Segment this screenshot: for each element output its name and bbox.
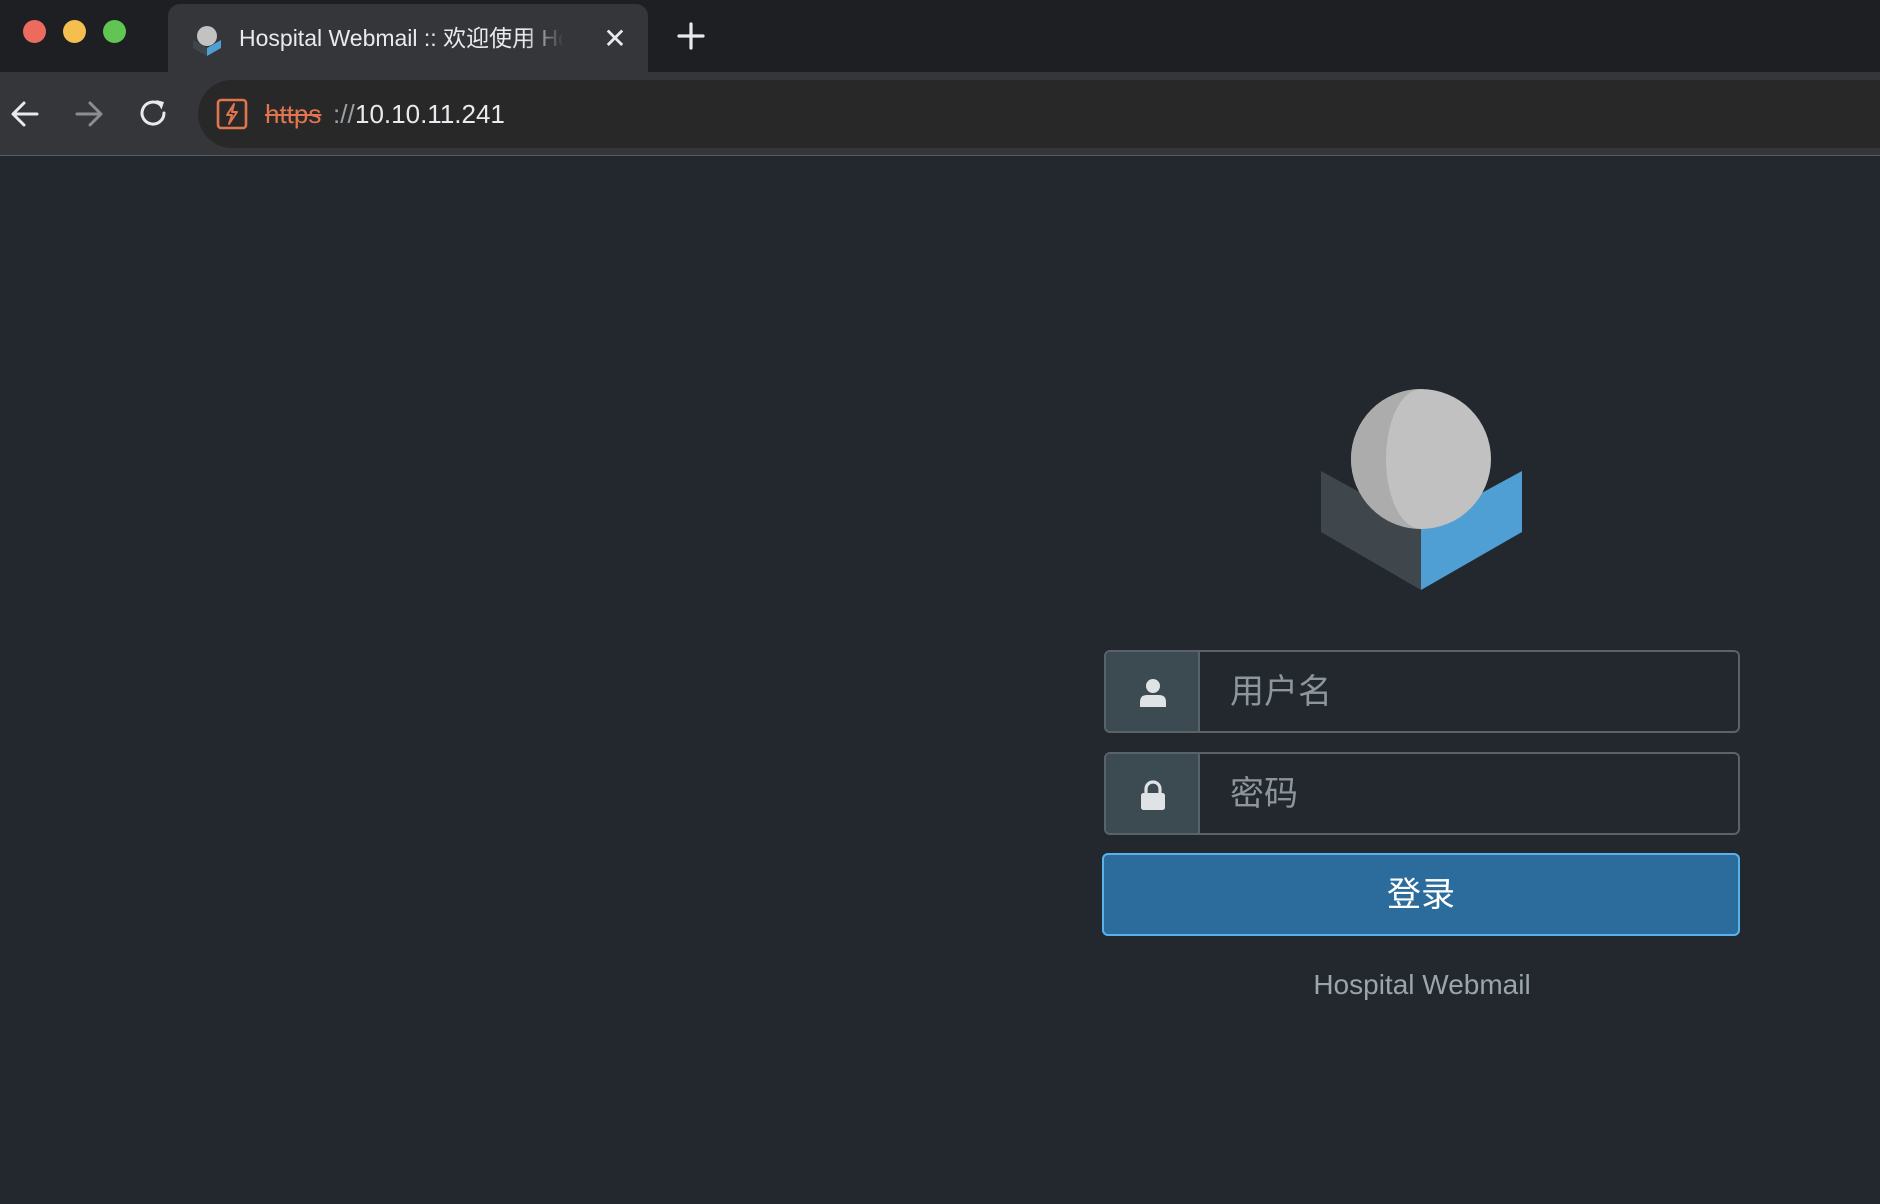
reload-icon[interactable] bbox=[135, 96, 171, 132]
tab-title: Hospital Webmail :: 欢迎使用 Ho bbox=[239, 25, 564, 51]
window-zoom-button[interactable] bbox=[103, 20, 126, 43]
tab-close-icon[interactable]: ✕ bbox=[600, 24, 630, 54]
password-field bbox=[1104, 752, 1740, 835]
product-name: Hospital Webmail bbox=[1313, 969, 1531, 1000]
browser-toolbar: https :// 10.10.11.241 bbox=[0, 72, 1880, 156]
url-host: 10.10.11.241 bbox=[355, 99, 505, 129]
username-input[interactable] bbox=[1202, 652, 1738, 731]
roundcube-favicon-icon bbox=[193, 26, 221, 56]
login-button[interactable]: 登录 bbox=[1102, 853, 1740, 936]
lock-icon bbox=[1141, 780, 1165, 810]
url-separator: :// bbox=[333, 99, 355, 129]
browser-tab-bar: Hospital Webmail :: 欢迎使用 Ho ✕ bbox=[0, 0, 1880, 72]
address-bar[interactable]: https :// 10.10.11.241 bbox=[198, 80, 1880, 148]
user-icon bbox=[1140, 679, 1166, 707]
url-scheme: https bbox=[265, 99, 322, 129]
password-addon bbox=[1106, 754, 1200, 833]
not-secure-icon[interactable] bbox=[216, 98, 248, 130]
roundcube-logo bbox=[1321, 389, 1522, 590]
window-minimize-button[interactable] bbox=[63, 20, 86, 43]
forward-arrow-icon[interactable] bbox=[71, 96, 107, 132]
new-tab-plus-icon[interactable] bbox=[675, 20, 707, 52]
window-close-button[interactable] bbox=[23, 20, 46, 43]
password-input[interactable] bbox=[1202, 754, 1738, 833]
back-arrow-icon[interactable] bbox=[7, 96, 43, 132]
username-field bbox=[1104, 650, 1740, 733]
username-addon bbox=[1106, 652, 1200, 731]
browser-tab-active[interactable]: Hospital Webmail :: 欢迎使用 Ho ✕ bbox=[168, 4, 648, 72]
